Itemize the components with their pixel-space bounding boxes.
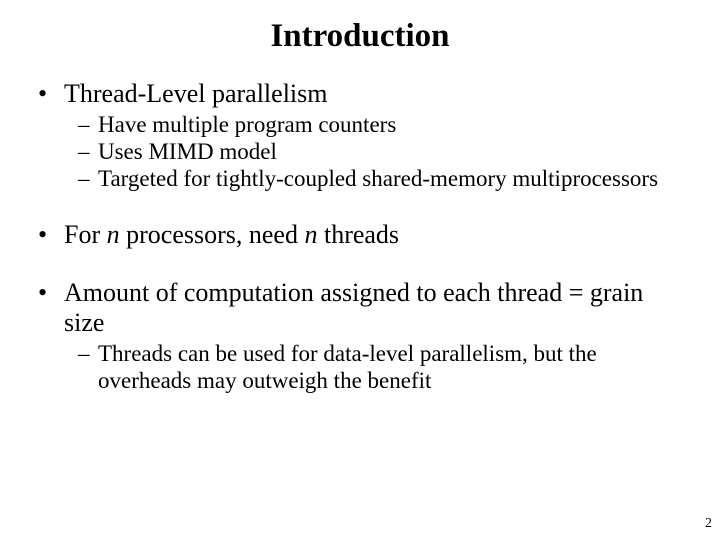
sub-item: Threads can be used for data-level paral…: [78, 340, 684, 394]
bullet-grain-size: Amount of computation assigned to each t…: [36, 278, 684, 394]
page-number: 2: [705, 516, 712, 532]
sub-list: Threads can be used for data-level paral…: [78, 340, 684, 394]
sub-item: Have multiple program counters: [78, 111, 684, 138]
sub-text: Threads can be used for data-level paral…: [98, 341, 597, 393]
italic-n: n: [107, 220, 120, 249]
sub-text: Uses MIMD model: [98, 139, 277, 164]
slide: Introduction Thread-Level parallelism Ha…: [0, 0, 720, 540]
bullet-list: Thread-Level parallelism Have multiple p…: [36, 79, 684, 394]
sub-text: Have multiple program counters: [98, 112, 396, 137]
sub-item: Targeted for tightly-coupled shared-memo…: [78, 165, 684, 192]
bullet-n-threads: For n processors, need n threads: [36, 220, 684, 250]
italic-n: n: [304, 220, 317, 249]
bullet-text-part: processors, need: [120, 220, 305, 249]
sub-item: Uses MIMD model: [78, 138, 684, 165]
bullet-text: Thread-Level parallelism: [64, 79, 327, 108]
bullet-text-part: threads: [317, 220, 399, 249]
bullet-text-part: For: [64, 220, 107, 249]
bullet-text: Amount of computation assigned to each t…: [64, 278, 643, 337]
bullet-thread-level: Thread-Level parallelism Have multiple p…: [36, 79, 684, 192]
sub-text: Targeted for tightly-coupled shared-memo…: [98, 166, 658, 191]
slide-title: Introduction: [36, 18, 684, 55]
sub-list: Have multiple program counters Uses MIMD…: [78, 111, 684, 192]
